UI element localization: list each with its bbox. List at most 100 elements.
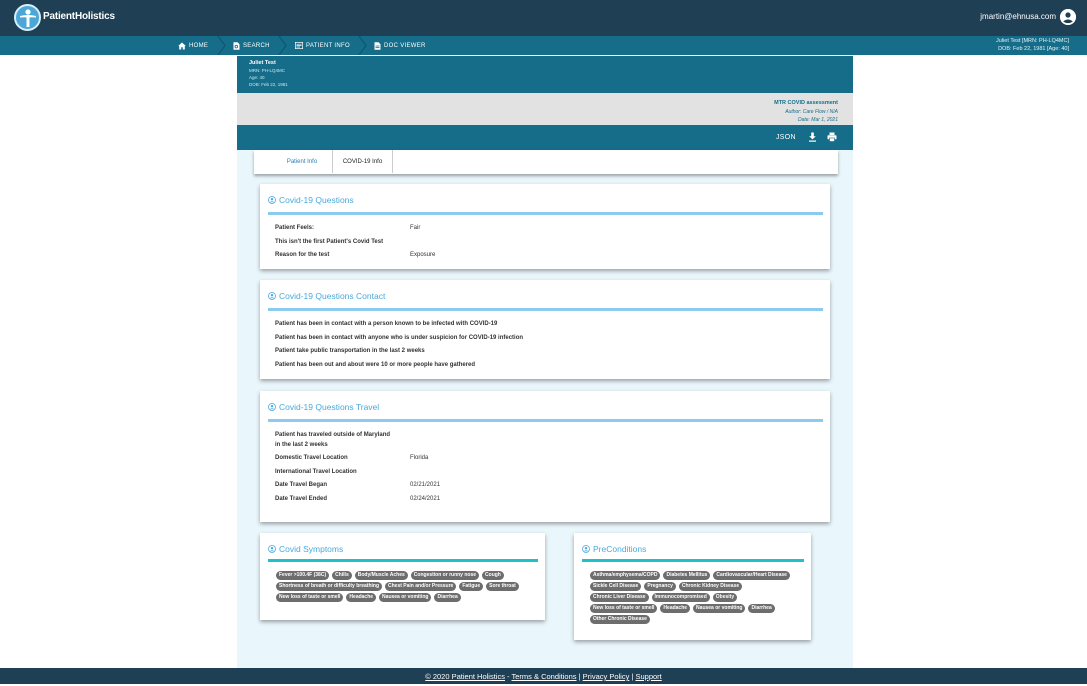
preconditions-title: PreConditions <box>593 544 647 554</box>
chevron-right-icon <box>358 36 367 55</box>
privacy-link[interactable]: Privacy Policy <box>583 672 630 681</box>
chip: Immunocompromised <box>651 593 710 602</box>
chip: Sore throat <box>486 582 519 591</box>
terms-link[interactable]: Terms & Conditions <box>512 672 577 681</box>
user-circle-icon <box>268 545 276 553</box>
preconditions-card: PreConditions Asthma/emphysema/COPD Diabe… <box>574 533 811 640</box>
nav-search[interactable]: SEARCH <box>233 36 270 55</box>
breadcrumb: HOME SEARCH PATIENT INFO DOC VIEWER Juli… <box>0 36 1087 55</box>
patient-info-icon <box>295 42 303 49</box>
row-value: 02/24/2021 <box>410 496 441 502</box>
chip: Nausea or vomiting <box>379 593 432 602</box>
row-label: Patient Feels: <box>275 225 315 231</box>
section-divider <box>268 559 538 562</box>
patient-age: Age: 40 <box>249 75 265 80</box>
chip: New loss of taste or smell <box>590 604 658 613</box>
account-icon[interactable] <box>1060 9 1076 25</box>
chip: Cardiovascular/Heart Disease <box>713 571 790 580</box>
covid-contact-card: Covid-19 Questions Contact Patient has b… <box>260 280 830 379</box>
chip: Chronic Liver Disease <box>590 593 649 602</box>
nav-doc-viewer[interactable]: DOC VIEWER <box>374 36 426 55</box>
row-label: Patient has been in contact with a perso… <box>275 321 498 327</box>
card-title: PreConditions <box>582 544 646 554</box>
covid-travel-card: Covid-19 Questions Travel Patient has tr… <box>260 391 830 522</box>
chip: Chills <box>332 571 352 580</box>
row-label: Patient take public transportation in th… <box>275 348 425 354</box>
download-icon[interactable] <box>808 132 817 142</box>
user-email[interactable]: jmartin@ehnusa.com <box>980 12 1056 21</box>
top-bar: PatientHolistics jmartin@ehnusa.com <box>0 0 1087 36</box>
tab-covid-19-info[interactable]: COVID-19 Info <box>332 150 393 173</box>
nav-home[interactable]: HOME <box>178 36 208 55</box>
home-icon <box>178 42 186 49</box>
section-divider <box>268 419 823 422</box>
print-icon[interactable] <box>827 132 837 142</box>
symptom-chip-list: Fever >100.4F (38C) Chills Body/Muscle Ach… <box>276 571 534 602</box>
covid-questions-title: Covid-19 Questions <box>279 195 354 205</box>
card-title: Covid-19 Questions Travel <box>268 402 379 412</box>
row-label: Patient has traveled outside of Maryland <box>275 432 391 438</box>
support-link[interactable]: Support <box>635 672 661 681</box>
nav-patient-line1: Juliet Test [MRN: PH-LQ4MC] <box>996 38 1069 44</box>
footer: © 2020 Patient Holistics - Terms & Condi… <box>0 668 1087 684</box>
patient-header: Juliet Test MRN: PH-LQ4MC Age: 40 DOB: F… <box>237 56 853 93</box>
nav-patient-summary: Juliet Test [MRN: PH-LQ4MC] DOB: Feb 22,… <box>996 38 1069 53</box>
brand-name[interactable]: PatientHolistics <box>43 11 115 22</box>
section-divider <box>268 212 823 215</box>
tab-patient-info[interactable]: Patient Info <box>272 150 332 173</box>
card-title: Covid-19 Questions <box>268 195 354 205</box>
covid-travel-title: Covid-19 Questions Travel <box>279 402 380 412</box>
row-value: Florida <box>410 455 429 461</box>
chip: Diabetes Mellitus <box>663 571 711 580</box>
chip: Sickle Cell Disease <box>590 582 642 591</box>
chip: Obesity <box>712 593 738 602</box>
document-title: MTR COVID assessment <box>774 100 838 106</box>
section-divider <box>268 308 823 311</box>
document-author: Author: Care Flow / N/A <box>785 109 838 115</box>
user-circle-icon <box>268 292 276 300</box>
covid-symptoms-title: Covid Symptoms <box>279 544 344 554</box>
chip: Congestion or runny nose <box>410 571 480 580</box>
patient-mrn: MRN: PH-LQ4MC <box>249 68 286 73</box>
copyright-link[interactable]: © 2020 Patient Holistics <box>425 672 505 681</box>
user-circle-icon <box>268 403 276 411</box>
json-button[interactable]: JSON <box>776 134 796 141</box>
user-circle-icon <box>582 545 590 553</box>
row-label: Patient has been out and about were 10 o… <box>275 362 476 368</box>
document-info-bar: MTR COVID assessment Author: Care Flow /… <box>237 93 853 125</box>
card-title: Covid-19 Questions Contact <box>268 291 385 301</box>
chevron-right-icon <box>278 36 287 55</box>
chip: Diarrhea <box>748 604 775 613</box>
chip: Diarrhea <box>434 593 461 602</box>
logo-icon[interactable] <box>14 4 41 31</box>
row-label: International Travel Location <box>275 469 357 475</box>
nav-patient-info-label: PATIENT INFO <box>306 42 350 49</box>
chip: Pregnancy <box>644 582 676 591</box>
row-value: Exposure <box>410 252 436 258</box>
nav-doc-viewer-label: DOC VIEWER <box>384 42 426 49</box>
nav-patient-line2: DOB: Feb 22, 1981 [Age: 40] <box>998 45 1069 52</box>
chip: Fatigue <box>459 582 484 591</box>
card-title: Covid Symptoms <box>268 544 343 554</box>
chip: Other Chronic Disease <box>590 615 650 624</box>
row-value: Fair <box>410 225 421 231</box>
doc-icon <box>374 41 381 50</box>
nav-patient-info[interactable]: PATIENT INFO <box>295 36 350 55</box>
chip: Fever >100.4F (38C) <box>276 571 330 580</box>
covid-symptoms-card: Covid Symptoms Fever >100.4F (38C) Chills… <box>260 533 545 620</box>
doc-viewer-panel: Juliet Test MRN: PH-LQ4MC Age: 40 DOB: F… <box>237 56 853 668</box>
chip: Headache <box>346 593 377 602</box>
nav-search-label: SEARCH <box>243 42 270 49</box>
row-label: Domestic Travel Location <box>275 455 348 461</box>
user-circle-icon <box>268 196 276 204</box>
section-divider <box>582 559 804 562</box>
covid-questions-card: Covid-19 Questions Patient Feels: Fair T… <box>260 184 830 269</box>
row-label: Reason for the test <box>275 252 330 258</box>
chevron-right-icon <box>217 36 226 55</box>
document-toolbar: JSON <box>237 125 853 150</box>
patient-dob: DOB: Feb 22, 1981 <box>249 82 288 87</box>
chip: Nausea or vomiting <box>693 604 746 613</box>
patient-name: Juliet Test <box>249 60 276 66</box>
chip: New loss of taste or smell <box>276 593 344 602</box>
chip: Cough <box>482 571 504 580</box>
